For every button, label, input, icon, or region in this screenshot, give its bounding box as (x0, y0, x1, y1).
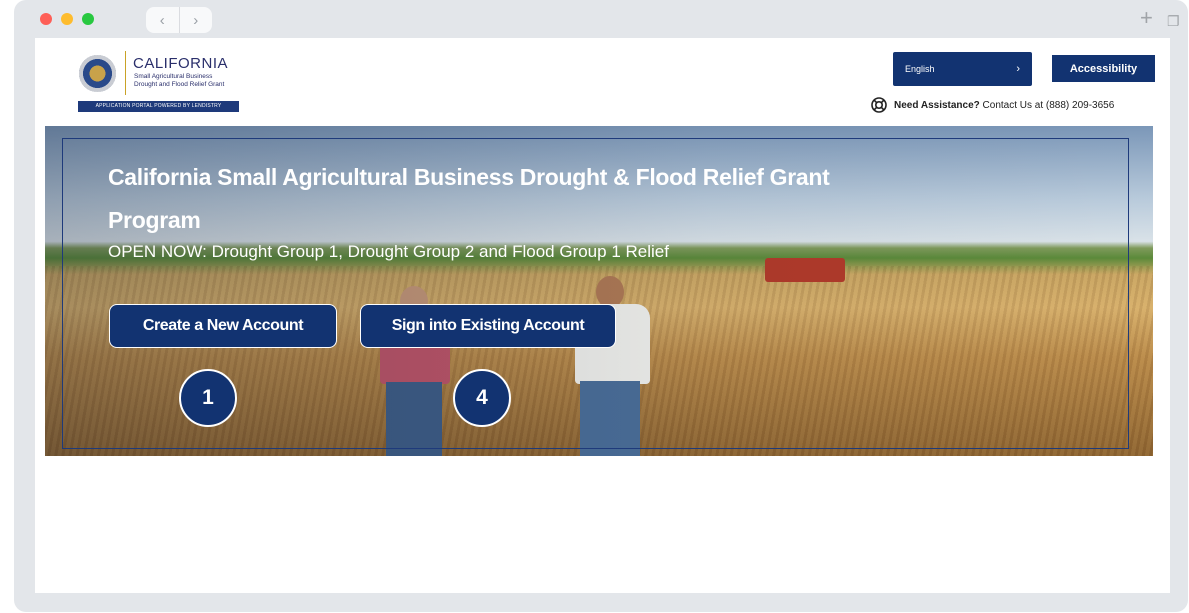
step-badge-signin: 4 (453, 369, 511, 427)
assistance-contact: Need Assistance? Contact Us at (888) 209… (871, 97, 1114, 113)
language-selected-value: English (905, 64, 935, 74)
create-account-button[interactable]: Create a New Account (109, 304, 337, 348)
step-badge-create: 1 (179, 369, 237, 427)
logo-subtitle: Small Agricultural Business Drought and … (134, 73, 224, 88)
page-viewport: CALIFORNIA Small Agricultural Business D… (35, 38, 1170, 593)
assistance-label: Need Assistance? (894, 99, 980, 111)
chevron-right-icon: › (1016, 63, 1020, 75)
lifebuoy-icon (871, 97, 887, 113)
portal-powered-by-bar: APPLICATION PORTAL POWERED BY LENDISTRY (78, 101, 239, 112)
hero-banner: California Small Agricultural Business D… (45, 126, 1153, 456)
sign-in-button[interactable]: Sign into Existing Account (360, 304, 616, 348)
history-nav: ‹ › (146, 7, 212, 33)
tabs-overview-icon[interactable]: ❐ (1167, 12, 1180, 30)
state-seal-icon (79, 55, 116, 92)
maximize-window-dot[interactable] (82, 13, 94, 25)
minimize-window-dot[interactable] (61, 13, 73, 25)
assistance-text: Need Assistance? Contact Us at (888) 209… (894, 100, 1114, 111)
logo-subtitle-line2: Drought and Flood Relief Grant (134, 80, 225, 88)
logo-title: CALIFORNIA (133, 55, 229, 72)
new-tab-icon[interactable]: + (1140, 7, 1153, 29)
hero-subtitle: OPEN NOW: Drought Group 1, Drought Group… (108, 242, 669, 261)
close-window-dot[interactable] (40, 13, 52, 25)
language-select[interactable]: English › (893, 52, 1032, 86)
hero-title: California Small Agricultural Business D… (108, 164, 830, 233)
accessibility-button[interactable]: Accessibility (1052, 55, 1155, 82)
back-icon[interactable]: ‹ (146, 7, 180, 33)
logo-divider (125, 51, 126, 95)
logo-subtitle-line1: Small Agricultural Business (134, 73, 213, 80)
contact-phone-link[interactable]: Contact Us at (888) 209-3656 (980, 100, 1115, 111)
window-controls (40, 13, 94, 25)
forward-icon[interactable]: › (180, 7, 213, 33)
